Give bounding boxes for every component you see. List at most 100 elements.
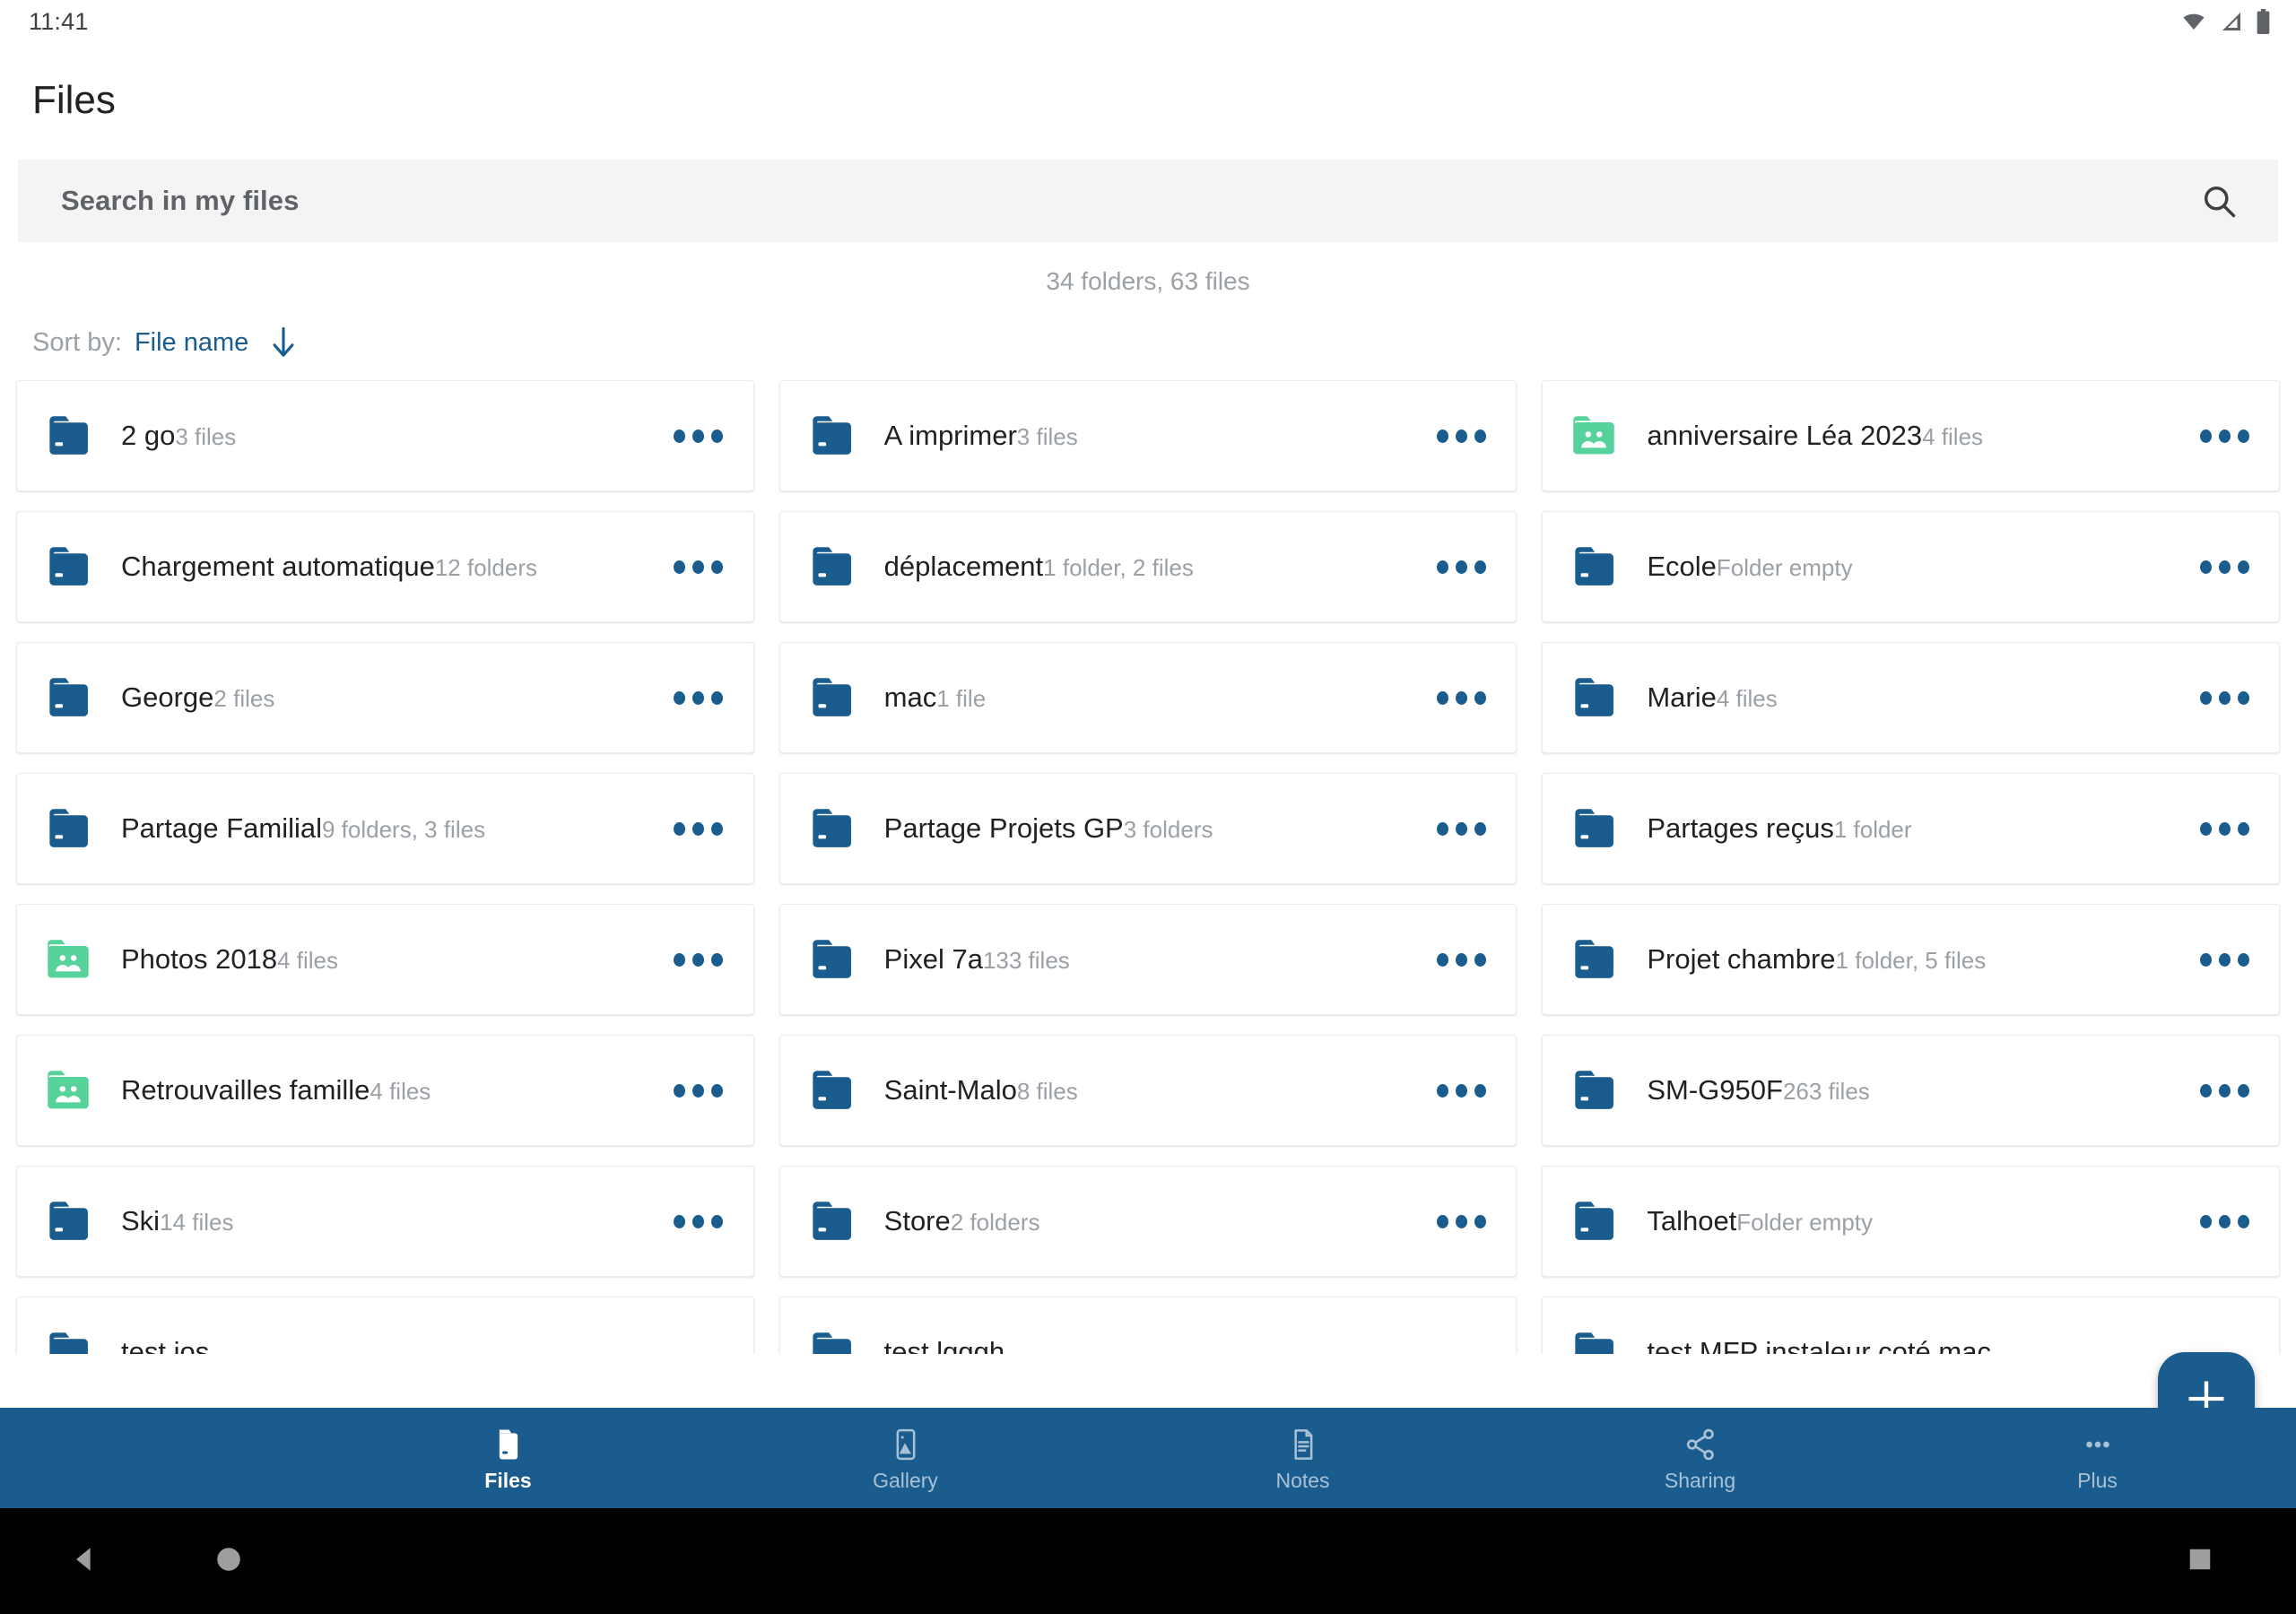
folder-card-text: Saint-Malo8 files: [884, 1073, 1420, 1108]
overflow-menu-icon[interactable]: [667, 666, 730, 729]
folder-card[interactable]: Projet chambre1 folder, 5 files: [1542, 904, 2280, 1015]
folder-card[interactable]: déplacement1 folder, 2 files: [778, 511, 1518, 622]
overflow-dot: [711, 1214, 724, 1228]
folder-card[interactable]: Marie4 files: [1542, 642, 2280, 753]
overflow-menu-icon[interactable]: [667, 1059, 730, 1122]
sort-control[interactable]: Sort by: File name: [0, 296, 2296, 360]
nav-item-sharing[interactable]: Sharing: [1501, 1424, 1899, 1493]
overflow-dot: [711, 1083, 724, 1098]
folder-name: test ios: [121, 1335, 210, 1354]
folder-subtitle: 1 folder, 2 files: [1043, 553, 1194, 581]
overflow-menu-icon[interactable]: [667, 1190, 730, 1253]
overflow-menu-icon[interactable]: [667, 797, 730, 860]
folder-card[interactable]: anniversaire Léa 20234 files: [1542, 380, 2280, 491]
folder-card[interactable]: mac1 file: [778, 642, 1518, 753]
overflow-dot: [1455, 560, 1467, 574]
nav-item-gallery[interactable]: Gallery: [707, 1424, 1104, 1493]
search-icon[interactable]: [2194, 176, 2244, 226]
overflow-dot: [1474, 429, 1486, 443]
overflow-menu-icon[interactable]: [667, 535, 730, 598]
back-triangle-icon[interactable]: [70, 1544, 100, 1579]
recents-square-icon[interactable]: [2187, 1546, 2213, 1577]
folder-card[interactable]: Partages reçus1 folder: [1542, 773, 2280, 884]
folder-card[interactable]: Saint-Malo8 files: [778, 1035, 1518, 1146]
search-input[interactable]: Search in my files: [18, 160, 2278, 242]
folder-card[interactable]: Partage Familial9 folders, 3 files: [16, 773, 754, 884]
overflow-dot: [2237, 560, 2249, 574]
folder-card[interactable]: 2 go3 files: [16, 380, 754, 491]
folder-card[interactable]: test ios: [16, 1297, 754, 1354]
overflow-menu-icon[interactable]: [1430, 797, 1492, 860]
status-clock: 11:41: [29, 7, 89, 35]
overflow-dot: [2218, 690, 2231, 705]
nav-item-label: Notes: [1275, 1468, 1330, 1492]
folder-card[interactable]: Pixel 7a133 files: [778, 904, 1518, 1015]
nav-item-plus[interactable]: Plus: [1899, 1424, 2296, 1493]
folder-card[interactable]: test lgggh: [778, 1297, 1518, 1354]
folder-card[interactable]: SM-G950F263 files: [1542, 1035, 2280, 1146]
folder-subtitle: 3 files: [175, 422, 237, 450]
overflow-menu-icon[interactable]: [1430, 666, 1492, 729]
overflow-menu-icon[interactable]: [1430, 1190, 1492, 1253]
status-icons: [2180, 9, 2271, 34]
folder-card[interactable]: A imprimer3 files: [778, 380, 1518, 491]
overflow-dot: [2218, 821, 2231, 836]
overflow-menu-icon[interactable]: [1430, 404, 1492, 467]
overflow-dot: [2218, 560, 2231, 574]
folder-subtitle: 9 folders, 3 files: [321, 815, 486, 843]
overflow-dot: [2237, 1083, 2249, 1098]
folder-card-text: SM-G950F263 files: [1647, 1073, 2182, 1108]
overflow-dot: [674, 1083, 686, 1098]
folder-card[interactable]: Store2 folders: [778, 1166, 1518, 1277]
nav-item-files[interactable]: Files: [309, 1424, 707, 1493]
folder-card[interactable]: George2 files: [16, 642, 754, 753]
overflow-menu-icon[interactable]: [667, 404, 730, 467]
overflow-menu-icon[interactable]: [2193, 404, 2256, 467]
folder-name: Chargement automatique: [121, 550, 435, 582]
overflow-menu-icon[interactable]: [2193, 1190, 2256, 1253]
folder-card[interactable]: TalhoetFolder empty: [1542, 1166, 2280, 1277]
overflow-menu-icon[interactable]: [1430, 535, 1492, 598]
overflow-dot: [1474, 952, 1486, 967]
folder-card-text: TalhoetFolder empty: [1647, 1204, 2182, 1239]
sort-value[interactable]: File name: [135, 328, 248, 358]
overflow-dot: [711, 690, 724, 705]
folder-name: Pixel 7a: [883, 942, 983, 975]
overflow-menu-icon[interactable]: [667, 928, 730, 991]
folder-card[interactable]: Chargement automatique12 folders: [16, 511, 754, 622]
folder-name: Partage Familial: [121, 811, 322, 844]
overflow-dot: [1436, 560, 1448, 574]
folder-card[interactable]: Photos 20184 files: [16, 904, 754, 1015]
folder-card[interactable]: Ski14 files: [16, 1166, 754, 1277]
arrow-down-icon[interactable]: [268, 325, 299, 360]
home-circle-icon[interactable]: [213, 1544, 244, 1579]
overflow-dot: [2218, 1214, 2231, 1228]
folder-card[interactable]: test MFP instaleur coté mac: [1542, 1297, 2280, 1354]
files-icon: [490, 1424, 527, 1465]
overflow-dot: [2199, 952, 2212, 967]
overflow-menu-icon[interactable]: [2193, 535, 2256, 598]
nav-item-notes[interactable]: Notes: [1104, 1424, 1501, 1493]
overflow-menu-icon[interactable]: [1430, 1059, 1492, 1122]
overflow-dot: [1474, 1214, 1486, 1228]
shared-folder-icon: [1566, 408, 1622, 464]
overflow-dot: [2237, 821, 2249, 836]
folder-card-text: Ski14 files: [121, 1204, 657, 1239]
folder-card[interactable]: EcoleFolder empty: [1542, 511, 2280, 622]
folder-icon: [1566, 1193, 1622, 1249]
overflow-dot: [692, 821, 705, 836]
overflow-menu-icon[interactable]: [2193, 797, 2256, 860]
overflow-menu-icon[interactable]: [2193, 1059, 2256, 1122]
folder-card[interactable]: Retrouvailles famille4 files: [16, 1035, 754, 1146]
folder-card-text: 2 go3 files: [121, 419, 657, 454]
overflow-menu-icon[interactable]: [2193, 666, 2256, 729]
signal-icon: [2219, 11, 2244, 32]
overflow-dot: [2199, 1083, 2212, 1098]
overflow-dot: [1455, 821, 1467, 836]
overflow-dot: [2199, 690, 2212, 705]
folder-card-text: Projet chambre1 folder, 5 files: [1647, 942, 2182, 977]
overflow-dot: [1436, 1083, 1448, 1098]
folder-card[interactable]: Partage Projets GP3 folders: [778, 773, 1518, 884]
overflow-menu-icon[interactable]: [2193, 928, 2256, 991]
overflow-menu-icon[interactable]: [1430, 928, 1492, 991]
